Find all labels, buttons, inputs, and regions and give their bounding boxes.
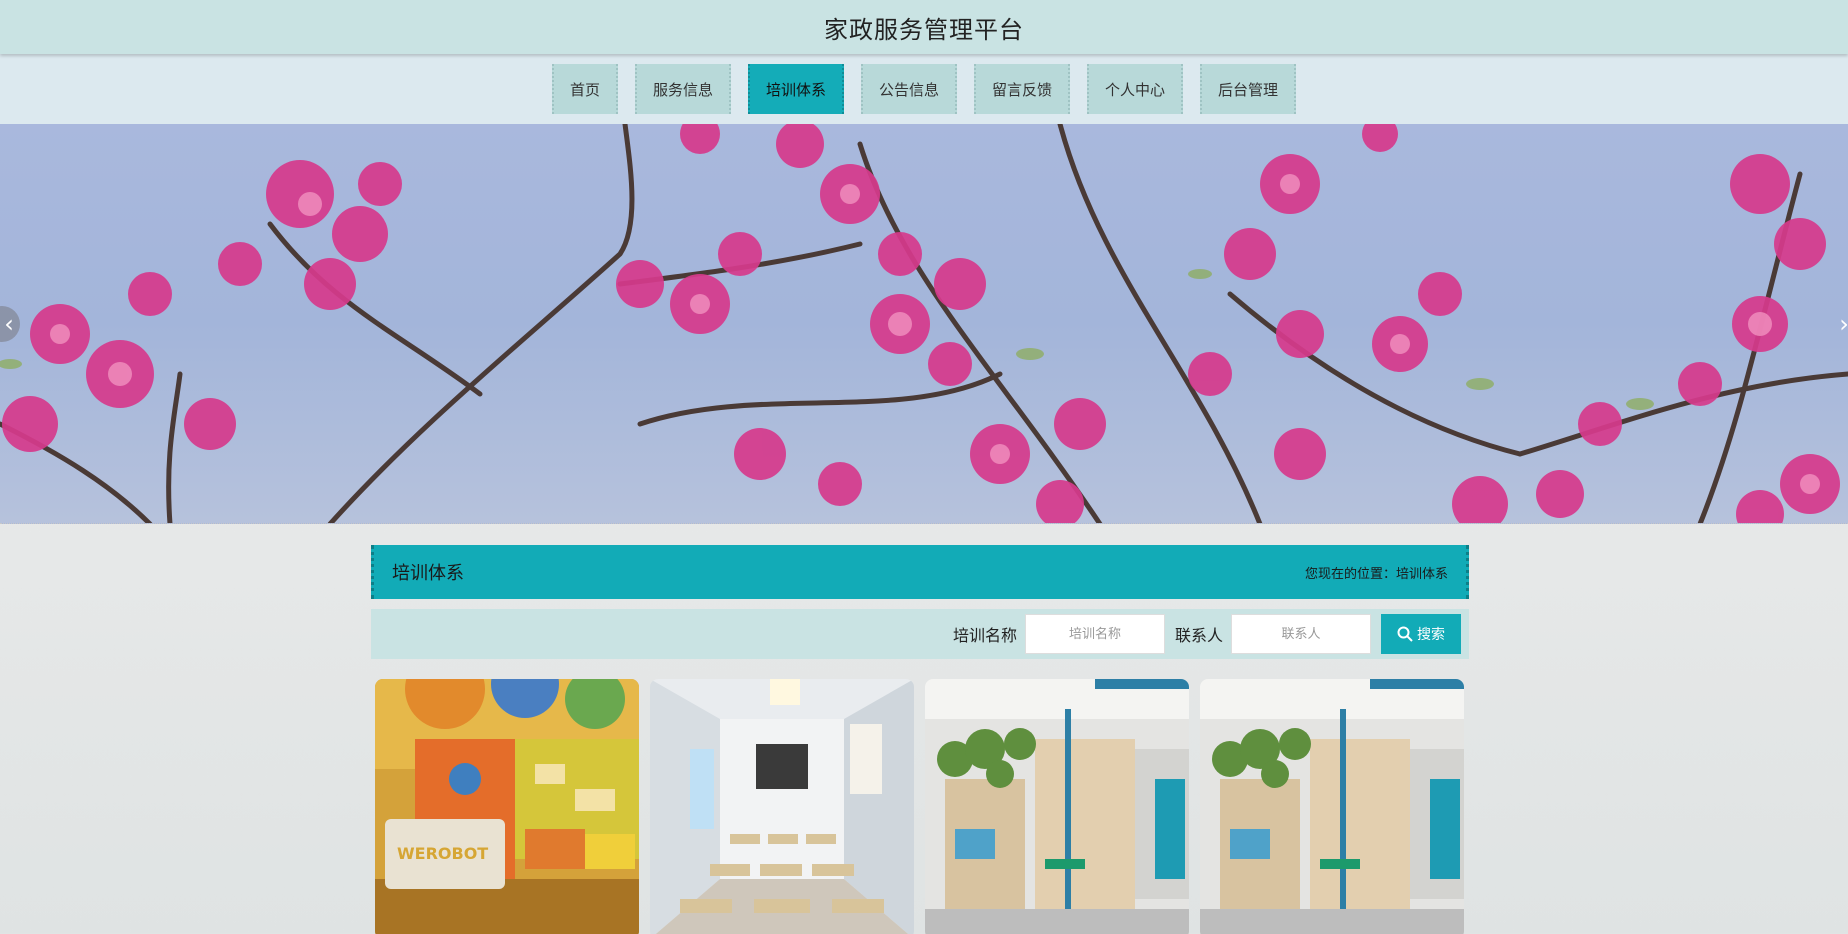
section-header: 培训体系 您现在的位置：培训体系 xyxy=(371,545,1469,599)
header-bar: 家政服务管理平台 xyxy=(0,0,1848,54)
chevron-left-icon: ‹ xyxy=(4,310,14,338)
nav-item-services[interactable]: 服务信息 xyxy=(634,64,731,114)
search-button-label: 搜索 xyxy=(1417,627,1445,643)
training-card[interactable] xyxy=(1200,679,1464,934)
training-card-image xyxy=(650,679,914,934)
training-card[interactable] xyxy=(650,679,914,934)
training-card[interactable]: WEROBOT xyxy=(375,679,639,934)
training-name-label: 培训名称 xyxy=(952,626,1017,645)
nav-item-admin[interactable]: 后台管理 xyxy=(1200,64,1297,114)
training-card-image xyxy=(1200,679,1464,934)
contact-label: 联系人 xyxy=(1174,626,1223,645)
nav-item-training[interactable]: 培训体系 xyxy=(747,64,844,114)
banner-image xyxy=(0,124,1848,523)
nav-item-announcements[interactable]: 公告信息 xyxy=(860,64,957,114)
banner-carousel: ‹ › xyxy=(0,124,1848,524)
nav-item-profile[interactable]: 个人中心 xyxy=(1087,64,1184,114)
nav-item-feedback[interactable]: 留言反馈 xyxy=(974,64,1071,114)
training-card-image: WEROBOT xyxy=(375,679,639,934)
training-card-image xyxy=(925,679,1189,934)
search-button[interactable]: 搜索 xyxy=(1381,614,1461,654)
training-section: 培训体系 您现在的位置：培训体系 培训名称 联系人 搜索 xyxy=(371,545,1469,934)
search-bar: 培训名称 联系人 搜索 xyxy=(371,609,1469,659)
card-sign-text: WEROBOT xyxy=(397,844,488,863)
contact-input[interactable] xyxy=(1231,614,1371,654)
main-nav: 首页 服务信息 培训体系 公告信息 留言反馈 个人中心 后台管理 xyxy=(0,54,1848,124)
training-card[interactable] xyxy=(925,679,1189,934)
breadcrumb: 您现在的位置：培训体系 xyxy=(1305,563,1448,582)
breadcrumb-current[interactable]: 培训体系 xyxy=(1396,567,1448,582)
nav-item-home[interactable]: 首页 xyxy=(551,64,618,114)
site-title: 家政服务管理平台 xyxy=(824,15,1024,44)
training-card-list: WEROBOT xyxy=(371,679,1469,934)
breadcrumb-prefix: 您现在的位置： xyxy=(1304,566,1396,582)
training-name-input[interactable] xyxy=(1024,614,1165,654)
search-icon xyxy=(1397,626,1413,642)
chevron-right-icon: › xyxy=(1839,310,1848,338)
section-title: 培训体系 xyxy=(392,563,464,584)
